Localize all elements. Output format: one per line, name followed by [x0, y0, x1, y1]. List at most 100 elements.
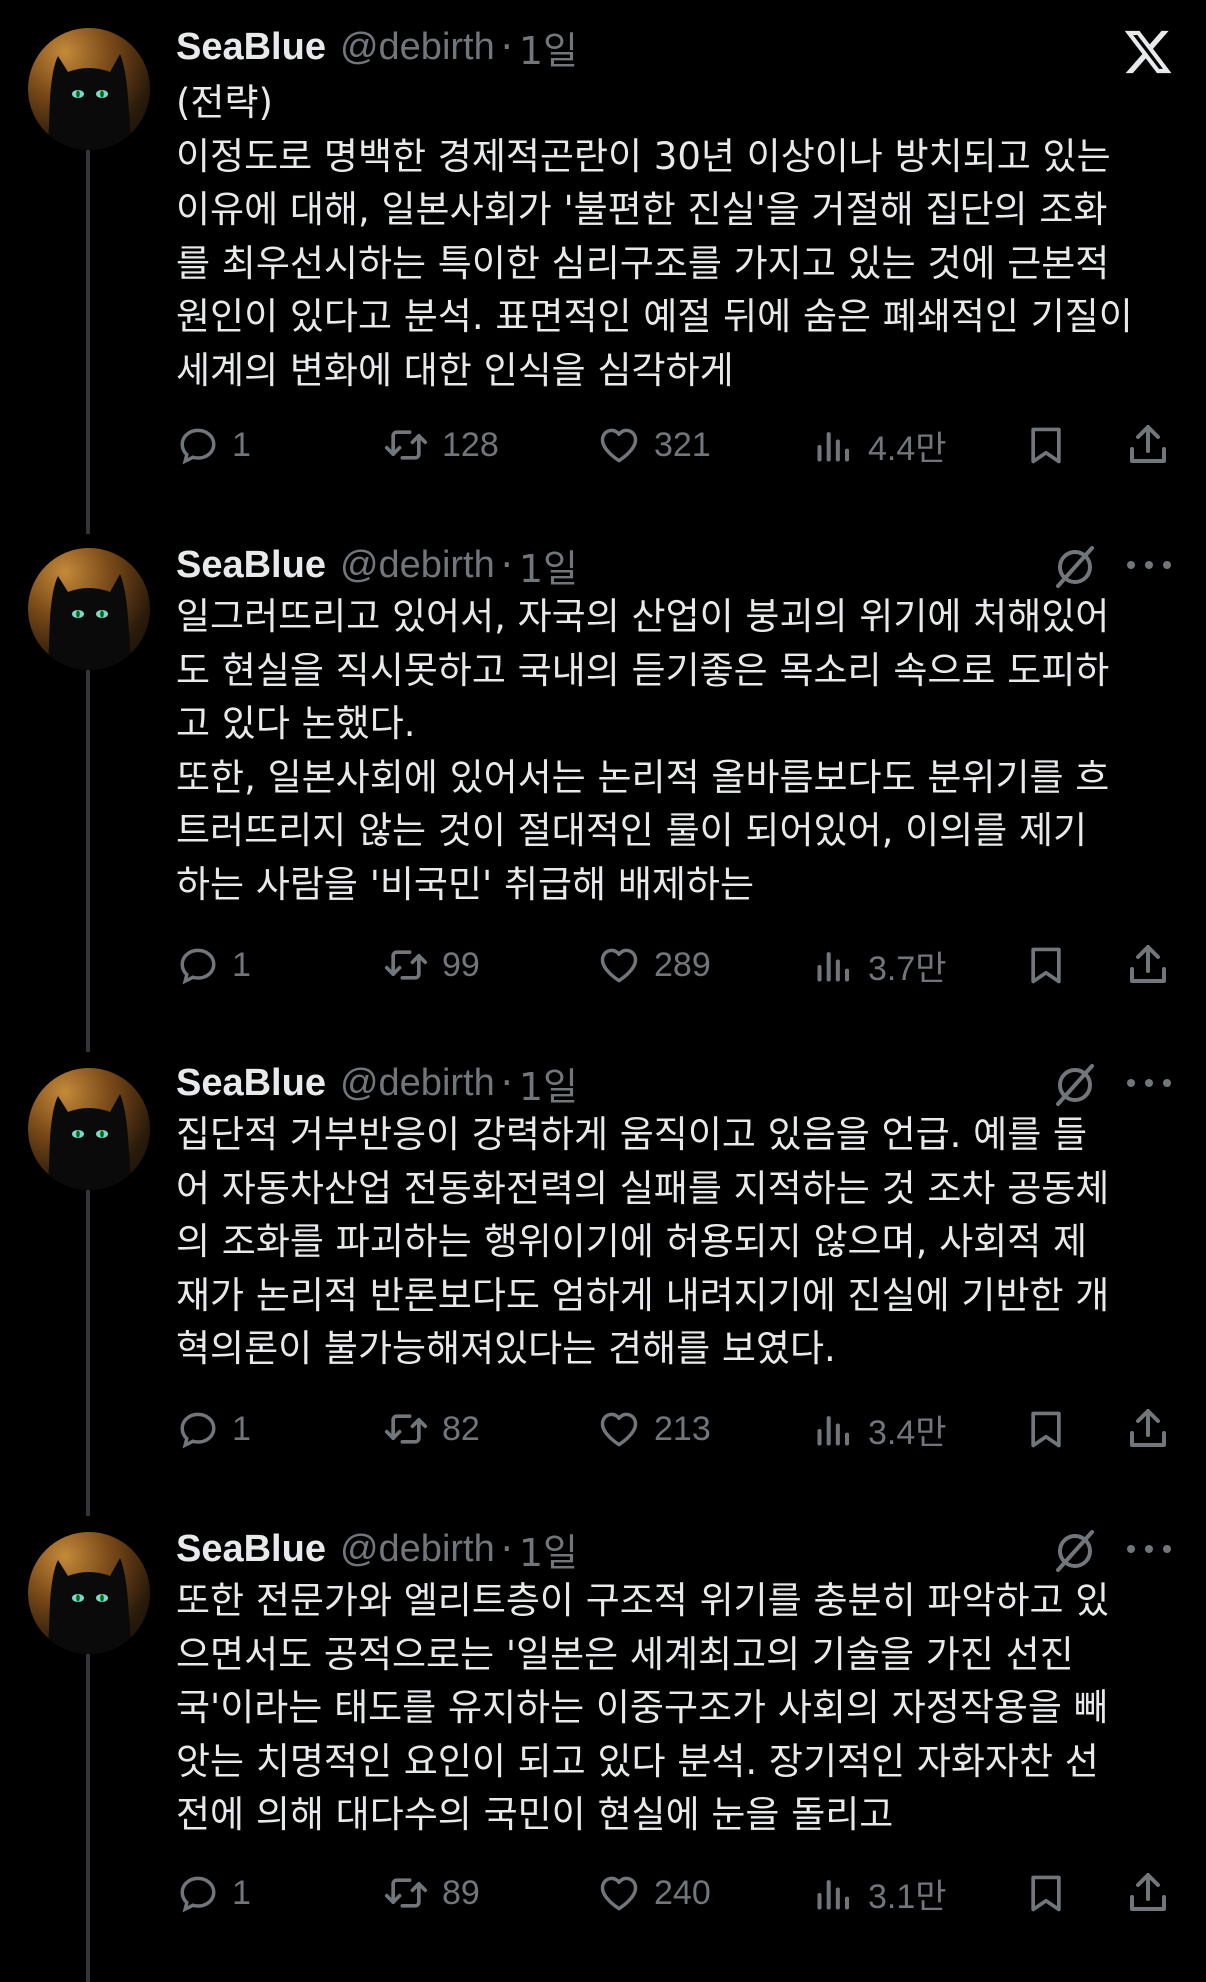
timestamp[interactable]: 1일 [519, 1522, 578, 1577]
tweet-text-line: 전에 의해 대다수의 국민이 현실에 눈을 돌리고 [176, 1793, 894, 1836]
tweet-text-line: 국'이라는 태도를 유지하는 이중구조가 사회의 자정작용을 빼 [176, 1686, 1108, 1729]
share-icon [1130, 425, 1166, 463]
tweet-text: 또한 전문가와 엘리트층이 구조적 위기를 충분히 파악하고 있으면서도 공적으… [176, 1574, 1176, 1842]
author-handle[interactable]: @debirth [340, 1062, 495, 1105]
view-count: 3.7만 [868, 949, 947, 988]
author-name[interactable]: SeaBlue [176, 26, 326, 69]
author-name[interactable]: SeaBlue [176, 544, 326, 587]
author-handle[interactable]: @debirth [340, 26, 495, 69]
reply-count: 1 [232, 1873, 251, 1912]
reply-icon [180, 428, 216, 465]
grok-icon[interactable] [1052, 1528, 1098, 1574]
tweet-text: 집단적 거부반응이 강력하게 움직이고 있음을 언급. 예를 들어 자동차산업 … [176, 1108, 1176, 1376]
more-options-icon[interactable] [1124, 1539, 1174, 1559]
more-options-icon[interactable] [1124, 1073, 1174, 1093]
tweet-text-line: 를 최우선시하는 특이한 심리구조를 가지고 있는 것에 근본적 [176, 241, 1110, 285]
bookmark-icon [1031, 1875, 1061, 1912]
tweet-text-line: 어 자동차산업 전동화전력의 실패를 지적하는 것 조차 공동체 [176, 1166, 1110, 1210]
reply-button[interactable]: 1 [176, 420, 251, 470]
bookmark-icon [1031, 1411, 1061, 1448]
like-button[interactable]: 289 [596, 940, 711, 990]
views-button[interactable]: 3.7만 [812, 940, 947, 990]
tweet-text-line: 또한, 일본사회에 있어서는 논리적 올바름보다도 분위기를 흐 [176, 755, 1110, 799]
retweet-icon [384, 1414, 428, 1444]
view-count: 3.1만 [868, 1877, 947, 1916]
like-count: 289 [654, 945, 711, 984]
author-name[interactable]: SeaBlue [176, 1528, 326, 1571]
separator-dot: · [500, 1527, 513, 1571]
tweet-text-line: 세계의 변화에 대한 인식을 심각하게 [176, 348, 734, 392]
author-handle[interactable]: @debirth [340, 544, 495, 587]
retweet-button[interactable]: 89 [382, 1868, 480, 1918]
bookmark-icon [1031, 427, 1061, 464]
bookmark-button[interactable] [1024, 420, 1068, 470]
thread-line [86, 148, 90, 534]
tweet-text-line: 또한 전문가와 엘리트층이 구조적 위기를 충분히 파악하고 있 [176, 1579, 1110, 1622]
views-button[interactable]: 4.4만 [812, 420, 947, 470]
tweet-text: (전략) 이정도로 명백한 경제적곤란이 30년 이상이나 방치되고 있는이유에 … [176, 76, 1176, 397]
share-button[interactable] [1124, 420, 1172, 470]
timestamp[interactable]: 1일 [519, 538, 578, 593]
view-count: 4.4만 [868, 429, 947, 468]
views-icon [817, 432, 850, 462]
tweet-header: SeaBlue @debirth · 1일 [176, 538, 578, 593]
reply-button[interactable]: 1 [176, 1868, 251, 1918]
tweet-text-line: 이유에 대해, 일본사회가 '불편한 진실'을 거절해 집단의 조화 [176, 188, 1108, 231]
share-button[interactable] [1124, 1868, 1172, 1918]
tweet-text-line: 이정도로 명백한 경제적곤란이 30년 이상이나 방치되고 있는 [176, 134, 1111, 178]
retweet-button[interactable]: 82 [382, 1404, 480, 1454]
bookmark-button[interactable] [1024, 1404, 1068, 1454]
reply-button[interactable]: 1 [176, 940, 251, 990]
bookmark-icon [1031, 947, 1061, 984]
share-button[interactable] [1124, 940, 1172, 990]
timestamp[interactable]: 1일 [519, 1056, 578, 1111]
tweet-text-line: 으면서도 공적으로는 '일본은 세계최고의 기술을 가진 선진 [176, 1632, 1074, 1676]
retweet-button[interactable]: 99 [382, 940, 480, 990]
share-button[interactable] [1124, 1404, 1172, 1454]
timestamp[interactable]: 1일 [519, 20, 578, 75]
share-icon [1130, 1873, 1166, 1911]
avatar[interactable] [28, 1068, 150, 1190]
tweet-actions: 1 128 321 4.4만 [176, 420, 1176, 470]
views-button[interactable]: 3.4만 [812, 1404, 947, 1454]
tweet-text-line: 재가 논리적 반론보다도 엄하게 내려지기에 진실에 기반한 개 [176, 1273, 1110, 1317]
reply-button[interactable]: 1 [176, 1404, 251, 1454]
avatar[interactable] [28, 28, 150, 150]
avatar[interactable] [28, 548, 150, 670]
views-button[interactable]: 3.1만 [812, 1868, 947, 1918]
x-logo-icon[interactable] [1122, 26, 1174, 78]
bookmark-button[interactable] [1024, 940, 1068, 990]
retweet-count: 82 [442, 1409, 480, 1448]
views-icon [817, 1416, 850, 1446]
reply-count: 1 [232, 945, 251, 984]
more-options-icon[interactable] [1124, 555, 1174, 575]
view-count: 3.4만 [868, 1413, 947, 1452]
like-button[interactable]: 240 [596, 1868, 711, 1918]
retweet-icon [384, 430, 428, 460]
tweet-actions: 1 89 240 3.1만 [176, 1868, 1176, 1918]
author-name[interactable]: SeaBlue [176, 1062, 326, 1105]
retweet-button[interactable]: 128 [382, 420, 499, 470]
tweet-actions: 1 99 289 3.7만 [176, 940, 1176, 990]
author-handle[interactable]: @debirth [340, 1528, 495, 1571]
reply-icon [180, 948, 216, 985]
heart-icon [600, 1876, 638, 1911]
like-button[interactable]: 213 [596, 1404, 711, 1454]
reply-icon [180, 1412, 216, 1449]
bookmark-button[interactable] [1024, 1868, 1068, 1918]
grok-icon[interactable] [1052, 544, 1098, 590]
avatar[interactable] [28, 1532, 150, 1654]
thread-line [86, 670, 90, 1052]
heart-icon [600, 428, 638, 463]
retweet-icon [384, 950, 428, 980]
tweet-text-line: 의 조화를 파괴하는 행위이기에 허용되지 않으며, 사회적 제 [176, 1220, 1088, 1263]
separator-dot: · [500, 25, 513, 69]
retweet-icon [384, 1878, 428, 1908]
tweet-text-line: 도 현실을 직시못하고 국내의 듣기좋은 목소리 속으로 도피하 [176, 648, 1110, 692]
like-button[interactable]: 321 [596, 420, 711, 470]
thread-line [86, 1654, 90, 1982]
tweet-text-line: (전략) [176, 81, 273, 124]
grok-icon[interactable] [1052, 1062, 1098, 1108]
tweet-header: SeaBlue @debirth · 1일 [176, 1056, 578, 1111]
tweet-text-line: 혁의론이 불가능해져있다는 견해를 보였다. [176, 1327, 836, 1370]
